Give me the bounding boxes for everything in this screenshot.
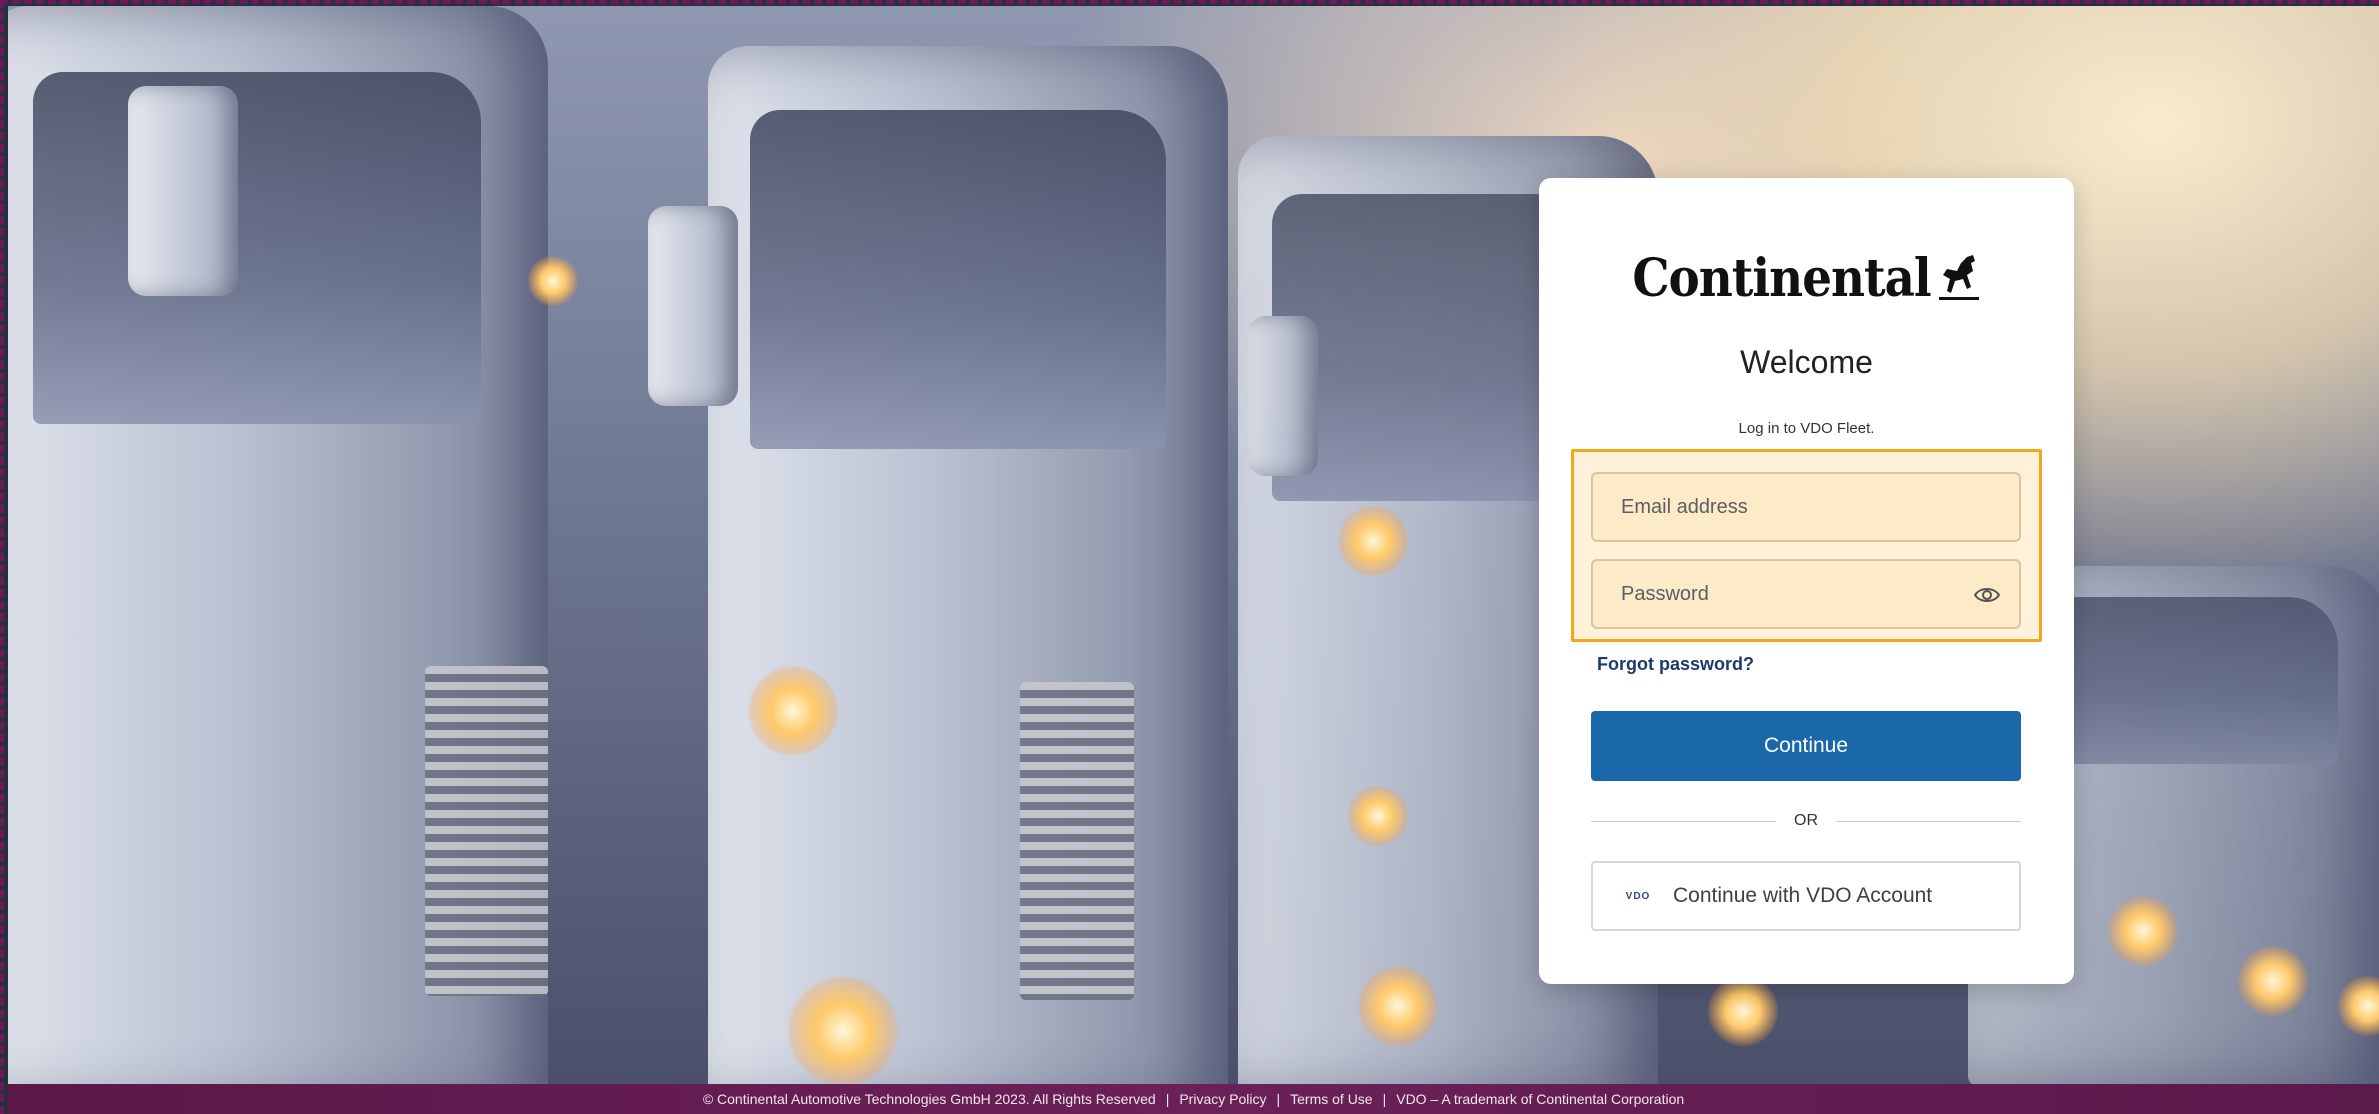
password-field [1591, 559, 2021, 629]
terms-of-use-link[interactable]: Terms of Use [1290, 1091, 1372, 1107]
headlight [2238, 946, 2308, 1016]
or-divider: OR [1591, 811, 2021, 831]
continue-button[interactable]: Continue [1591, 711, 2021, 781]
divider-line [1591, 820, 1776, 822]
headlight [1348, 786, 1408, 846]
headlight [2108, 896, 2178, 966]
footer-separator: | [1382, 1091, 1387, 1107]
divider-line [1836, 820, 2021, 822]
vdo-account-label: Continue with VDO Account [1673, 884, 1933, 907]
privacy-policy-link[interactable]: Privacy Policy [1179, 1091, 1266, 1107]
vdo-logo-icon: VDO [1625, 890, 1651, 902]
footer: © Continental Automotive Technologies Gm… [8, 1084, 2379, 1114]
page-title: Welcome [1740, 344, 1873, 380]
eye-icon[interactable] [1973, 583, 2001, 607]
brand-logo: Continental [1539, 238, 2074, 318]
headlight [748, 666, 838, 756]
headlight [1358, 966, 1438, 1046]
truck-silhouette [8, 6, 548, 1084]
email-input[interactable] [1593, 474, 2019, 540]
trademark-text: VDO – A trademark of Continental Corpora… [1396, 1091, 1685, 1107]
email-field [1591, 472, 2021, 542]
headlight [1708, 976, 1778, 1046]
login-card: Continental Welcome Log in to VDO Fleet.… [1539, 178, 2074, 984]
brand-wordmark: Continental [1632, 247, 1931, 309]
footer-separator: | [1276, 1091, 1281, 1107]
or-label: OR [1794, 812, 1818, 829]
headlight [528, 256, 578, 306]
password-input[interactable] [1593, 561, 2019, 627]
vdo-account-button[interactable]: VDO Continue with VDO Account [1591, 861, 2021, 931]
truck-silhouette [648, 46, 1228, 1084]
footer-separator: | [1165, 1091, 1170, 1107]
forgot-password-link[interactable]: Forgot password? [1597, 654, 1754, 675]
copyright-text: © Continental Automotive Technologies Gm… [702, 1091, 1156, 1107]
headlight [788, 976, 898, 1084]
headlight [1338, 506, 1408, 576]
page-subtitle: Log in to VDO Fleet. [1738, 420, 1875, 437]
horse-icon [1938, 255, 1979, 300]
